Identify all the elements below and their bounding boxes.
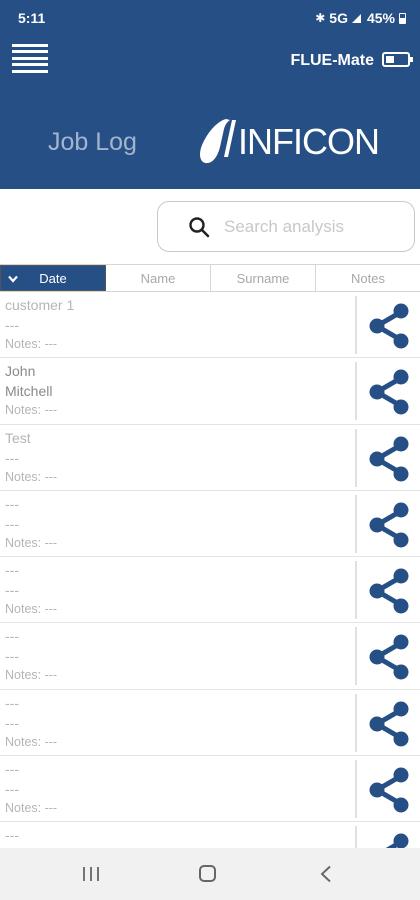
network-type: 5G bbox=[329, 10, 348, 26]
row-name: customer 1 bbox=[5, 297, 75, 313]
row-notes: Notes: --- bbox=[5, 469, 58, 484]
list-item[interactable]: --- bbox=[0, 822, 420, 848]
row-name: Test bbox=[5, 429, 31, 446]
row-surname: --- bbox=[5, 714, 19, 731]
row-surname: --- bbox=[5, 781, 19, 798]
row-divider bbox=[355, 627, 357, 686]
status-bar: 5:11 ✱ 5G 45% bbox=[0, 0, 420, 36]
list-item[interactable]: --- --- Notes: --- bbox=[0, 756, 420, 823]
logo-text: INFICON bbox=[238, 121, 380, 162]
row-name: --- bbox=[5, 628, 19, 645]
tab-date[interactable]: Date bbox=[0, 265, 106, 291]
row-notes: Notes: --- bbox=[5, 337, 58, 351]
tab-label: Surname bbox=[236, 270, 290, 286]
inficon-logo-mark bbox=[200, 119, 236, 164]
row-surname: --- bbox=[5, 515, 19, 532]
tab-label: Name bbox=[140, 270, 176, 286]
row-notes: Notes: --- bbox=[5, 535, 58, 550]
inficon-logo: INFICON bbox=[196, 117, 412, 165]
row-surname: --- bbox=[5, 582, 19, 599]
list-item[interactable]: --- --- Notes: --- bbox=[0, 491, 420, 558]
row-name: --- bbox=[5, 827, 19, 844]
row-surname: Mitchell bbox=[5, 383, 53, 400]
row-notes: Notes: --- bbox=[5, 734, 58, 749]
share-icon[interactable] bbox=[367, 303, 411, 349]
row-divider bbox=[355, 494, 357, 553]
list-item[interactable]: --- --- Notes: --- bbox=[0, 623, 420, 690]
row-divider bbox=[355, 760, 357, 819]
list-item[interactable]: customer 1 --- Notes: --- bbox=[0, 292, 420, 359]
row-notes: Notes: --- bbox=[5, 403, 58, 418]
tab-notes[interactable]: Notes bbox=[316, 265, 420, 291]
share-icon[interactable] bbox=[367, 833, 411, 848]
row-name: --- bbox=[5, 761, 19, 778]
share-icon[interactable] bbox=[367, 436, 411, 482]
row-name: --- bbox=[5, 562, 19, 579]
signal-icon bbox=[351, 13, 361, 23]
status-battery-icon bbox=[399, 12, 406, 24]
sort-tabs: Date Name Surname Notes bbox=[0, 264, 420, 292]
back-icon[interactable] bbox=[319, 865, 333, 883]
row-name: --- bbox=[5, 694, 19, 711]
list-item[interactable]: --- --- Notes: --- bbox=[0, 557, 420, 624]
row-notes: Notes: --- bbox=[5, 602, 58, 617]
row-divider bbox=[355, 561, 357, 620]
row-name: John bbox=[5, 363, 36, 380]
list-item[interactable]: John Mitchell Notes: --- bbox=[0, 358, 420, 425]
row-surname: --- bbox=[5, 317, 19, 333]
search-box[interactable] bbox=[157, 201, 415, 252]
hamburger-menu-icon[interactable] bbox=[12, 44, 48, 76]
status-time: 5:11 bbox=[18, 10, 46, 26]
row-name: --- bbox=[5, 495, 19, 512]
battery-percent: 45% bbox=[366, 10, 395, 26]
row-divider bbox=[355, 296, 357, 354]
app-header: 5:11 ✱ 5G 45% FLUE-Mate Job Log INFICON bbox=[0, 0, 420, 189]
share-icon[interactable] bbox=[367, 568, 411, 614]
status-indicators: ✱ 5G 45% bbox=[315, 10, 406, 26]
tab-label: Date bbox=[39, 270, 67, 286]
row-divider bbox=[355, 693, 357, 752]
row-surname: --- bbox=[5, 648, 19, 665]
row-divider bbox=[355, 362, 357, 421]
home-icon[interactable] bbox=[199, 865, 216, 882]
row-divider bbox=[355, 428, 357, 487]
system-navigation-bar bbox=[0, 848, 420, 900]
row-notes: Notes: --- bbox=[5, 801, 58, 816]
row-divider bbox=[355, 826, 357, 848]
share-icon[interactable] bbox=[367, 767, 411, 813]
tab-label: Notes bbox=[351, 270, 385, 286]
recent-apps-icon[interactable] bbox=[82, 866, 100, 882]
chevron-down-icon bbox=[8, 275, 18, 283]
page-title: Job Log bbox=[48, 128, 137, 156]
share-icon[interactable] bbox=[367, 701, 411, 747]
share-icon[interactable] bbox=[367, 634, 411, 680]
search-input[interactable] bbox=[224, 214, 404, 240]
share-icon[interactable] bbox=[367, 502, 411, 548]
device-name: FLUE-Mate bbox=[290, 52, 374, 69]
list-item[interactable]: Test --- Notes: --- bbox=[0, 425, 420, 491]
tab-surname[interactable]: Surname bbox=[211, 265, 316, 291]
list-item[interactable]: --- --- Notes: --- bbox=[0, 690, 420, 757]
tab-name[interactable]: Name bbox=[106, 265, 211, 291]
search-icon bbox=[189, 217, 210, 238]
device-battery-icon bbox=[382, 52, 413, 67]
bluetooth-icon: ✱ bbox=[315, 11, 326, 25]
row-notes: Notes: --- bbox=[5, 668, 58, 683]
row-surname: --- bbox=[5, 449, 19, 466]
job-log-list: customer 1 --- Notes: --- John Mitchell … bbox=[0, 292, 420, 848]
share-icon[interactable] bbox=[367, 369, 411, 415]
